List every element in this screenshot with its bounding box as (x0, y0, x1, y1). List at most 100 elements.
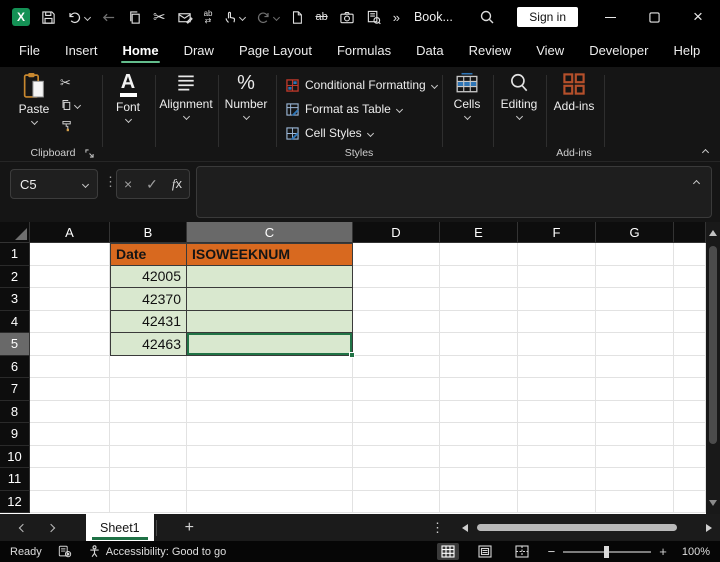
name-box[interactable]: C5 (10, 169, 98, 199)
cell-F12[interactable] (518, 491, 596, 514)
cut-icon[interactable]: ✂ (153, 8, 166, 26)
cell-F8[interactable] (518, 401, 596, 424)
strikethrough-icon[interactable]: ab (315, 11, 327, 23)
cell-C7[interactable] (187, 378, 353, 401)
cell-A2[interactable] (30, 266, 110, 289)
tab-page-layout[interactable]: Page Layout (238, 39, 313, 62)
cell-F1[interactable] (518, 243, 596, 266)
scroll-down-icon[interactable] (709, 500, 717, 506)
scroll-right-icon[interactable] (706, 524, 712, 532)
cell-B6[interactable] (110, 356, 187, 379)
row-header-4[interactable]: 4 (0, 311, 30, 334)
cell-D3[interactable] (353, 288, 440, 311)
save-icon[interactable] (41, 10, 56, 25)
cancel-icon[interactable]: × (124, 176, 132, 192)
cell-D7[interactable] (353, 378, 440, 401)
cell-B5[interactable]: 42463 (110, 333, 187, 356)
cell-B7[interactable] (110, 378, 187, 401)
cell-D12[interactable] (353, 491, 440, 514)
excel-logo-icon[interactable]: X (12, 8, 30, 26)
cell-D4[interactable] (353, 311, 440, 334)
cell-E10[interactable] (440, 446, 518, 469)
select-all-corner[interactable] (0, 222, 30, 243)
prev-sheet-icon[interactable] (19, 523, 27, 531)
font-button[interactable]: A Font (102, 72, 154, 122)
cell-B12[interactable] (110, 491, 187, 514)
column-header-A[interactable]: A (30, 222, 110, 243)
redo-icon[interactable] (256, 10, 279, 25)
cell-F9[interactable] (518, 423, 596, 446)
cell-E8[interactable] (440, 401, 518, 424)
cell-styles-button[interactable]: Cell Styles (278, 121, 440, 145)
cell-A7[interactable] (30, 378, 110, 401)
row-header-2[interactable]: 2 (0, 266, 30, 289)
next-sheet-icon[interactable] (47, 523, 55, 531)
name-box-chevron-icon[interactable] (82, 180, 89, 187)
cell-E7[interactable] (440, 378, 518, 401)
sign-in-button[interactable]: Sign in (517, 7, 578, 27)
vertical-scroll-thumb[interactable] (709, 246, 717, 444)
sheet-options-icon[interactable]: ⋮ (431, 520, 444, 536)
cell-G2[interactable] (596, 266, 674, 289)
add-sheet-button[interactable]: + (185, 519, 194, 537)
cell-C5[interactable] (187, 333, 353, 356)
vertical-scrollbar[interactable] (706, 222, 720, 514)
cell-E2[interactable] (440, 266, 518, 289)
copy-icon[interactable] (127, 10, 142, 25)
addins-button[interactable]: Add-ins (546, 72, 602, 113)
cell-F5[interactable] (518, 333, 596, 356)
copy-button[interactable] (60, 99, 80, 111)
cell-C8[interactable] (187, 401, 353, 424)
cell-C11[interactable] (187, 468, 353, 491)
sheet-tab-sheet1[interactable]: Sheet1 (86, 514, 154, 541)
clipboard-dialog-launcher-icon[interactable] (85, 149, 94, 158)
cell-A12[interactable] (30, 491, 110, 514)
row-header-10[interactable]: 10 (0, 446, 30, 469)
cell-G5[interactable] (596, 333, 674, 356)
editing-button[interactable]: Editing (493, 72, 545, 119)
cell-E9[interactable] (440, 423, 518, 446)
print-preview-icon[interactable] (366, 10, 382, 25)
cell-G10[interactable] (596, 446, 674, 469)
cells-button[interactable]: Cells (442, 72, 492, 119)
row-header-6[interactable]: 6 (0, 356, 30, 379)
cell-E4[interactable] (440, 311, 518, 334)
cell-D9[interactable] (353, 423, 440, 446)
cell-B2[interactable]: 42005 (110, 266, 187, 289)
column-header-G[interactable]: G (596, 222, 674, 243)
cell-B3[interactable]: 42370 (110, 288, 187, 311)
cell-D1[interactable] (353, 243, 440, 266)
touch-mode-icon[interactable] (223, 10, 245, 25)
page-break-view-button[interactable] (511, 543, 533, 560)
cell-C1[interactable]: ISOWEEKNUM (187, 243, 353, 266)
tab-draw[interactable]: Draw (183, 39, 215, 62)
row-header-5[interactable]: 5 (0, 333, 30, 356)
cell-B11[interactable] (110, 468, 187, 491)
tab-file[interactable]: File (18, 39, 41, 62)
fill-handle[interactable] (349, 352, 355, 358)
cell-D2[interactable] (353, 266, 440, 289)
cell-G11[interactable] (596, 468, 674, 491)
collapse-ribbon-icon[interactable] (702, 149, 709, 156)
horizontal-scrollbar[interactable] (462, 523, 712, 532)
cell-C2[interactable] (187, 266, 353, 289)
cell-A11[interactable] (30, 468, 110, 491)
number-button[interactable]: % Number (218, 72, 274, 119)
new-file-icon[interactable] (290, 10, 304, 25)
cell-G8[interactable] (596, 401, 674, 424)
cell-G6[interactable] (596, 356, 674, 379)
cell-C4[interactable] (187, 311, 353, 334)
cell-A5[interactable] (30, 333, 110, 356)
column-header-C[interactable]: C (187, 222, 353, 243)
tab-help[interactable]: Help (672, 39, 701, 62)
row-header-9[interactable]: 9 (0, 423, 30, 446)
scroll-up-icon[interactable] (709, 230, 717, 236)
tab-data[interactable]: Data (415, 39, 444, 62)
cell-A1[interactable] (30, 243, 110, 266)
cell-G4[interactable] (596, 311, 674, 334)
cell-G9[interactable] (596, 423, 674, 446)
zoom-slider[interactable]: − + (548, 544, 667, 559)
format-painter-button[interactable] (60, 119, 80, 132)
cell-F4[interactable] (518, 311, 596, 334)
back-icon[interactable] (101, 10, 116, 25)
